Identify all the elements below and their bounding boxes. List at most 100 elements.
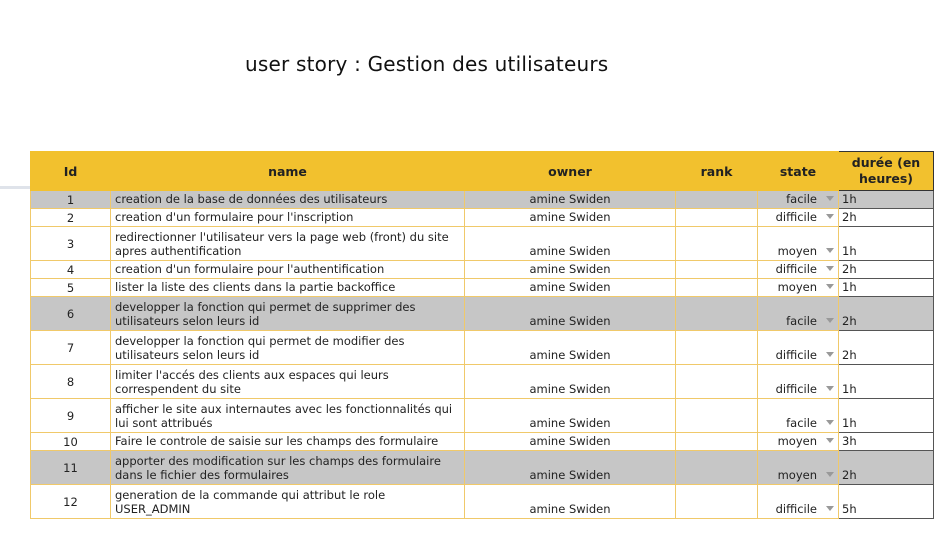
cell-id[interactable]: 6 xyxy=(30,296,111,331)
table-row: 10 Faire le controle de saisie sur les c… xyxy=(30,432,934,451)
dropdown-arrow-icon[interactable] xyxy=(826,506,834,511)
cell-state[interactable]: difficile xyxy=(757,208,839,227)
cell-rank[interactable] xyxy=(675,364,758,399)
cell-name[interactable]: redirectionner l'utilisateur vers la pag… xyxy=(110,226,465,261)
cell-owner[interactable]: amine Swiden xyxy=(464,398,676,433)
cell-name[interactable]: limiter l'accés des clients aux espaces … xyxy=(110,364,465,399)
cell-state[interactable]: difficile xyxy=(757,260,839,279)
cell-duree[interactable]: 2h xyxy=(838,330,934,365)
cell-id[interactable]: 4 xyxy=(30,260,111,279)
cell-state[interactable]: difficile xyxy=(757,330,839,365)
cell-rank[interactable] xyxy=(675,226,758,261)
cell-owner[interactable]: amine Swiden xyxy=(464,296,676,331)
dropdown-arrow-icon[interactable] xyxy=(826,386,834,391)
cell-rank[interactable] xyxy=(675,190,758,209)
cell-name[interactable]: Faire le controle de saisie sur les cham… xyxy=(110,432,465,451)
table-row: 3 redirectionner l'utilisateur vers la p… xyxy=(30,226,934,261)
cell-rank[interactable] xyxy=(675,484,758,519)
cell-rank[interactable] xyxy=(675,260,758,279)
page-title: user story : Gestion des utilisateurs xyxy=(245,52,609,76)
header-state[interactable]: state xyxy=(757,151,839,191)
header-rank[interactable]: rank xyxy=(675,151,758,191)
cell-id[interactable]: 5 xyxy=(30,278,111,297)
cell-name[interactable]: developper la fonction qui permet de sup… xyxy=(110,296,465,331)
cell-state[interactable]: facile xyxy=(757,398,839,433)
dropdown-arrow-icon[interactable] xyxy=(826,248,834,253)
cell-state[interactable]: difficile xyxy=(757,364,839,399)
cell-id[interactable]: 9 xyxy=(30,398,111,433)
header-id[interactable]: Id xyxy=(30,151,111,191)
cell-name[interactable]: creation d'un formulaire pour l'authenti… xyxy=(110,260,465,279)
header-owner[interactable]: owner xyxy=(464,151,676,191)
cell-name[interactable]: apporter des modification sur les champs… xyxy=(110,450,465,485)
cell-id[interactable]: 8 xyxy=(30,364,111,399)
user-story-table: Id name owner rank state durée (en heure… xyxy=(30,151,934,519)
state-value: moyen xyxy=(777,468,817,482)
cell-owner[interactable]: amine Swiden xyxy=(464,330,676,365)
cell-state[interactable]: facile xyxy=(757,296,839,331)
cell-duree[interactable]: 1h xyxy=(838,226,934,261)
cell-duree[interactable]: 2h xyxy=(838,208,934,227)
cell-state[interactable]: difficile xyxy=(757,484,839,519)
cell-name[interactable]: developper la fonction qui permet de mod… xyxy=(110,330,465,365)
cell-owner[interactable]: amine Swiden xyxy=(464,208,676,227)
cell-state[interactable]: moyen xyxy=(757,432,839,451)
dropdown-arrow-icon[interactable] xyxy=(826,438,834,443)
cell-name[interactable]: afficher le site aux internautes avec le… xyxy=(110,398,465,433)
dropdown-arrow-icon[interactable] xyxy=(826,284,834,289)
cell-id[interactable]: 1 xyxy=(30,190,111,209)
cell-duree[interactable]: 2h xyxy=(838,260,934,279)
dropdown-arrow-icon[interactable] xyxy=(826,266,834,271)
cell-name[interactable]: creation de la base de données des utili… xyxy=(110,190,465,209)
cell-owner[interactable]: amine Swiden xyxy=(464,364,676,399)
cell-name[interactable]: creation d'un formulaire pour l'inscript… xyxy=(110,208,465,227)
cell-name[interactable]: lister la liste des clients dans la part… xyxy=(110,278,465,297)
cell-duree[interactable]: 1h xyxy=(838,364,934,399)
cell-state[interactable]: moyen xyxy=(757,450,839,485)
cell-id[interactable]: 2 xyxy=(30,208,111,227)
state-value: moyen xyxy=(777,244,817,258)
cell-owner[interactable]: amine Swiden xyxy=(464,450,676,485)
cell-rank[interactable] xyxy=(675,398,758,433)
cell-duree[interactable]: 1h xyxy=(838,278,934,297)
dropdown-arrow-icon[interactable] xyxy=(826,420,834,425)
dropdown-arrow-icon[interactable] xyxy=(826,196,834,201)
cell-owner[interactable]: amine Swiden xyxy=(464,260,676,279)
cell-duree[interactable]: 5h xyxy=(838,484,934,519)
header-duree[interactable]: durée (en heures) xyxy=(838,151,934,191)
table-row: 12 generation de la commande qui attribu… xyxy=(30,484,934,519)
cell-owner[interactable]: amine Swiden xyxy=(464,190,676,209)
header-row: Id name owner rank state durée (en heure… xyxy=(30,151,934,191)
cell-rank[interactable] xyxy=(675,330,758,365)
cell-owner[interactable]: amine Swiden xyxy=(464,226,676,261)
cell-id[interactable]: 3 xyxy=(30,226,111,261)
cell-rank[interactable] xyxy=(675,296,758,331)
cell-duree[interactable]: 1h xyxy=(838,398,934,433)
cell-rank[interactable] xyxy=(675,278,758,297)
cell-id[interactable]: 7 xyxy=(30,330,111,365)
cell-state[interactable]: facile xyxy=(757,190,839,209)
cell-id[interactable]: 12 xyxy=(30,484,111,519)
cell-rank[interactable] xyxy=(675,208,758,227)
dropdown-arrow-icon[interactable] xyxy=(826,318,834,323)
cell-owner[interactable]: amine Swiden xyxy=(464,278,676,297)
state-value: difficile xyxy=(775,262,817,276)
cell-rank[interactable] xyxy=(675,450,758,485)
state-value: difficile xyxy=(775,210,817,224)
cell-id[interactable]: 10 xyxy=(30,432,111,451)
cell-state[interactable]: moyen xyxy=(757,278,839,297)
cell-duree[interactable]: 2h xyxy=(838,296,934,331)
cell-owner[interactable]: amine Swiden xyxy=(464,432,676,451)
cell-rank[interactable] xyxy=(675,432,758,451)
cell-duree[interactable]: 1h xyxy=(838,190,934,209)
cell-owner[interactable]: amine Swiden xyxy=(464,484,676,519)
cell-duree[interactable]: 2h xyxy=(838,450,934,485)
cell-state[interactable]: moyen xyxy=(757,226,839,261)
cell-id[interactable]: 11 xyxy=(30,450,111,485)
cell-name[interactable]: generation de la commande qui attribut l… xyxy=(110,484,465,519)
dropdown-arrow-icon[interactable] xyxy=(826,472,834,477)
header-name[interactable]: name xyxy=(110,151,465,191)
cell-duree[interactable]: 3h xyxy=(838,432,934,451)
dropdown-arrow-icon[interactable] xyxy=(826,214,834,219)
dropdown-arrow-icon[interactable] xyxy=(826,352,834,357)
